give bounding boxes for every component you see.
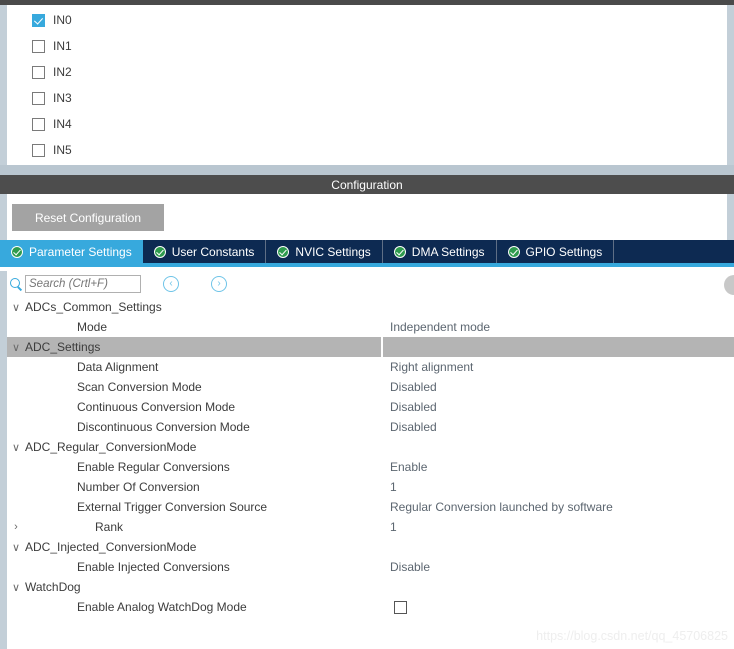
tree-row-label: Enable Injected Conversions: [77, 560, 230, 574]
reset-configuration-button[interactable]: Reset Configuration: [12, 204, 164, 231]
check-circle-icon: [277, 245, 290, 258]
tree-row-label: Rank: [95, 520, 124, 534]
chevron-right-icon[interactable]: ›: [7, 521, 25, 533]
tree-row-label: Data Alignment: [77, 360, 159, 374]
tab-label: GPIO Settings: [525, 244, 603, 259]
tree-row-label: Number Of Conversion: [77, 480, 200, 494]
channel-label: IN3: [53, 91, 72, 105]
tree-row-label: ADC_Injected_ConversionMode: [25, 540, 197, 554]
tree-row-label: Enable Analog WatchDog Mode: [77, 600, 247, 614]
check-circle-icon: [393, 245, 406, 258]
tab-user-constants[interactable]: User Constants: [142, 240, 267, 263]
configuration-title-bar: Configuration: [0, 175, 734, 194]
search-icon: [9, 277, 23, 291]
chevron-down-icon[interactable]: ∨: [7, 541, 25, 554]
tab-label: DMA Settings: [411, 244, 485, 259]
tree-parameter-row[interactable]: Mode Independent mode: [7, 317, 734, 337]
channel-label: IN0: [53, 13, 72, 27]
tab-dma-settings[interactable]: DMA Settings: [382, 240, 497, 263]
channel-checkbox-row[interactable]: IN0: [32, 10, 72, 30]
channel-checkbox-row[interactable]: IN4: [32, 114, 72, 134]
tree-row-value[interactable]: 1: [390, 520, 397, 534]
tree-group-row[interactable]: ∨ ADC_Settings: [7, 337, 734, 357]
check-circle-icon: [153, 245, 166, 258]
tab-parameter-settings[interactable]: Parameter Settings: [0, 240, 143, 263]
tree-parameter-row[interactable]: Number Of Conversion 1: [7, 477, 734, 497]
adc-channel-list-panel: IN0 IN1 IN2 IN3 IN4 IN5: [0, 5, 734, 165]
chevron-down-icon[interactable]: ∨: [7, 301, 25, 314]
tree-parameter-row[interactable]: Scan Conversion Mode Disabled: [7, 377, 734, 397]
tree-row-label: ADC_Settings: [25, 340, 101, 354]
tree-row-label: Continuous Conversion Mode: [77, 400, 236, 414]
chevron-down-icon[interactable]: ∨: [7, 341, 25, 354]
panel-edge-handle[interactable]: [724, 275, 734, 295]
watermark-text: https://blog.csdn.net/qq_45706825: [536, 629, 728, 643]
tree-parameter-row[interactable]: Enable Regular Conversions Enable: [7, 457, 734, 477]
channel-checkbox-row[interactable]: IN1: [32, 36, 72, 56]
checkbox-unchecked-icon[interactable]: [32, 65, 45, 79]
tab-label: User Constants: [171, 244, 255, 259]
channel-label: IN2: [53, 65, 72, 79]
search-previous-icon[interactable]: ‹: [163, 276, 179, 292]
settings-tab-bar: Parameter Settings User Constants NVIC Set…: [0, 240, 734, 267]
reset-configuration-zone: Reset Configuration: [0, 194, 734, 240]
tree-parameter-row[interactable]: Enable Injected Conversions Disable: [7, 557, 734, 577]
tree-row-label: WatchDog: [25, 580, 81, 594]
tree-group-row[interactable]: › Rank 1: [7, 517, 734, 537]
tree-row-value[interactable]: Disabled: [390, 400, 437, 414]
tab-nvic-settings[interactable]: NVIC Settings: [266, 240, 383, 263]
tree-row-value[interactable]: Independent mode: [390, 320, 490, 334]
tree-parameter-row[interactable]: Data Alignment Right alignment: [7, 357, 734, 377]
chevron-down-icon[interactable]: ∨: [7, 581, 25, 594]
configuration-title: Configuration: [331, 177, 403, 192]
tree-row-label: ADC_Regular_ConversionMode: [25, 440, 197, 454]
tree-row-value[interactable]: Regular Conversion launched by software: [390, 500, 613, 514]
search-input[interactable]: [25, 275, 141, 293]
tree-row-value[interactable]: Enable: [390, 460, 427, 474]
tree-parameter-row[interactable]: Discontinuous Conversion Mode Disabled: [7, 417, 734, 437]
chevron-down-icon[interactable]: ∨: [7, 441, 25, 454]
checkbox-unchecked-icon[interactable]: [32, 91, 45, 105]
watchdog-enable-checkbox[interactable]: [394, 600, 407, 614]
tree-row-label: Scan Conversion Mode: [77, 380, 202, 394]
tab-label: NVIC Settings: [295, 244, 371, 259]
tree-group-row[interactable]: ∨ ADCs_Common_Settings: [7, 297, 734, 317]
tree-row-label: Discontinuous Conversion Mode: [77, 420, 250, 434]
tab-label: Parameter Settings: [29, 244, 132, 259]
tree-parameter-row[interactable]: External Trigger Conversion Source Regula…: [7, 497, 734, 517]
tree-row-label: ADCs_Common_Settings: [25, 300, 162, 314]
tree-row-value[interactable]: Disabled: [390, 420, 437, 434]
tree-row-label: External Trigger Conversion Source: [77, 500, 268, 514]
checkbox-checked-icon[interactable]: [32, 13, 45, 27]
tree-group-row[interactable]: ∨ ADC_Injected_ConversionMode: [7, 537, 734, 557]
channel-label: IN1: [53, 39, 72, 53]
tree-row-value[interactable]: Right alignment: [390, 360, 473, 374]
check-circle-icon: [11, 245, 23, 258]
tree-group-row[interactable]: ∨ WatchDog: [7, 577, 734, 597]
channel-checkbox-row[interactable]: IN3: [32, 88, 72, 108]
channel-label: IN4: [53, 117, 72, 131]
checkbox-unchecked-icon[interactable]: [32, 117, 45, 131]
tree-row-value[interactable]: 1: [390, 480, 397, 494]
tree-row-label: Mode: [77, 320, 108, 334]
cubemx-adc-configuration-screen: IN0 IN1 IN2 IN3 IN4 IN5 Configuration Reset C…: [0, 0, 734, 649]
channel-checkbox-row[interactable]: IN5: [32, 140, 72, 160]
tree-parameter-row[interactable]: Continuous Conversion Mode Disabled: [7, 397, 734, 417]
panel-separator: [0, 165, 734, 175]
channel-checkbox-row[interactable]: IN2: [32, 62, 72, 82]
checkbox-unchecked-icon[interactable]: [32, 143, 45, 157]
check-circle-icon: [507, 245, 520, 258]
search-next-icon[interactable]: ›: [211, 276, 227, 292]
tree-row-value[interactable]: Disable: [390, 560, 430, 574]
tab-gpio-settings[interactable]: GPIO Settings: [496, 240, 615, 263]
tree-parameter-row[interactable]: Enable Analog WatchDog Mode: [7, 597, 734, 617]
checkbox-unchecked-icon[interactable]: [32, 39, 45, 53]
parameter-tree: ∨ ADCs_Common_Settings Mode Independent mod…: [0, 297, 734, 649]
channel-label: IN5: [53, 143, 72, 157]
tree-row-value[interactable]: Disabled: [390, 380, 437, 394]
search-toolbar: ‹ ›: [0, 271, 734, 297]
tree-row-label: Enable Regular Conversions: [77, 460, 230, 474]
tree-group-row[interactable]: ∨ ADC_Regular_ConversionMode: [7, 437, 734, 457]
